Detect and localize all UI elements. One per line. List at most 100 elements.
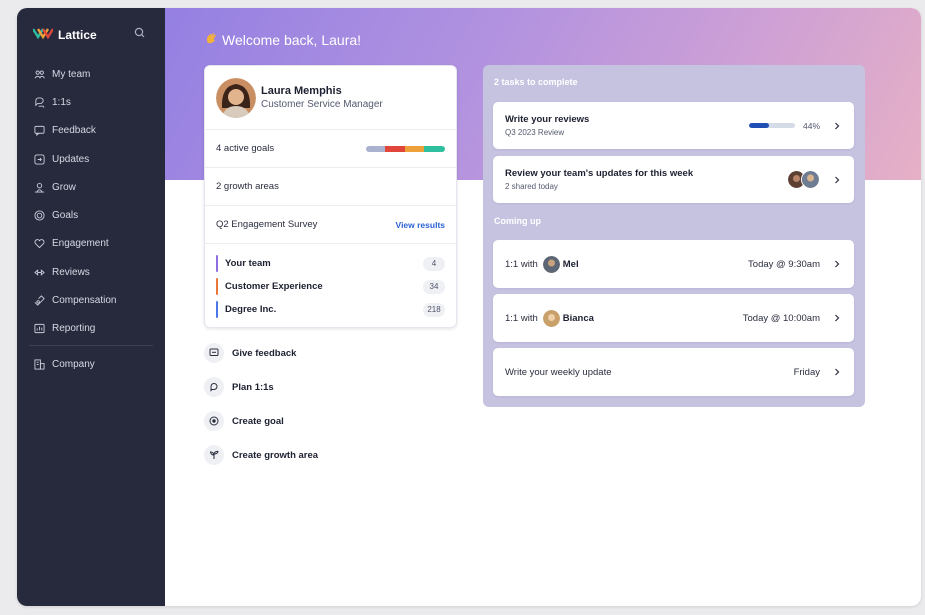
app-window: Lattice My team 1:1s Feedback Updates Gr… [17,8,921,606]
goal-segment [404,145,425,152]
feedback-icon [204,343,224,363]
team-row[interactable]: Customer Experience 34 [205,275,456,298]
team-name: Degree Inc. [225,304,277,315]
avatar [801,170,820,189]
brand-name: Lattice [58,28,97,42]
sidebar-item-reviews[interactable]: Reviews [17,258,165,286]
quick-action-label: Create growth area [232,449,319,461]
progress-percent: 44% [802,120,820,131]
sidebar-item-label: Goals [52,210,79,222]
chevron-right-icon [835,122,840,129]
task-title: Write your reviews [505,114,590,125]
event-label: Write your weekly update [505,366,612,378]
sidebar: Lattice My team 1:1s Feedback Updates Gr… [17,8,165,606]
team-count-badge: 4 [423,256,445,271]
search-icon[interactable] [133,26,147,40]
wave-hand-icon [205,32,218,48]
active-goals-row[interactable]: 4 active goals [205,130,456,168]
report-icon [33,323,45,335]
create-growth-area-button[interactable]: Create growth area [204,445,404,465]
goal-segment [424,145,445,152]
team-list: Your team 4 Customer Experience 34 Degre… [205,244,456,321]
sidebar-item-goals[interactable]: Goals [17,201,165,229]
team-count-badge: 218 [423,302,445,317]
sidebar-item-my-team[interactable]: My team [17,60,165,88]
team-name: Your team [225,258,271,269]
team-color-bar [216,301,218,318]
quick-action-label: Give feedback [232,347,297,359]
active-goals-label: 4 active goals [216,143,275,154]
sidebar-item-grow[interactable]: Grow [17,173,165,201]
event-time: Friday [793,366,820,378]
sidebar-item-label: Engagement [52,238,109,250]
task-write-reviews[interactable]: Write your reviews Q3 2023 Review 44% [493,102,854,149]
page-title: Welcome back, Laura! [205,32,361,48]
event-time: Today @ 9:30am [748,258,820,270]
avatar-stack [787,170,820,189]
main-content: Welcome back, Laura! Laura Memphis Custo… [165,8,921,606]
sprout-icon [204,445,224,465]
brand[interactable]: Lattice [31,26,97,44]
welcome-text: Welcome back, Laura! [222,32,362,48]
chevron-right-icon [835,314,840,322]
sidebar-item-label: Compensation [52,295,117,307]
team-row[interactable]: Your team 4 [205,252,456,275]
growth-areas-label: 2 growth areas [216,181,279,192]
chat-bubble-icon [204,377,224,397]
chevron-right-icon [835,176,840,183]
sidebar-item-engagement[interactable]: Engagement [17,230,165,258]
sidebar-item-feedback[interactable]: Feedback [17,117,165,145]
event-person: Bianca [562,312,594,324]
task-title: Review your team's updates for this week [505,168,694,179]
event-weekly-update[interactable]: Write your weekly update Friday [493,348,854,396]
tasks-heading: 2 tasks to complete [494,77,578,87]
sidebar-item-label: Reporting [52,323,96,335]
sidebar-item-label: Company [52,358,95,370]
sidebar-nav: My team 1:1s Feedback Updates Grow Goals [17,60,165,378]
sidebar-item-label: Reviews [52,266,90,278]
view-results-link[interactable]: View results [396,220,445,230]
event-prefix: 1:1 with [505,258,538,270]
sidebar-item-1-1s[interactable]: 1:1s [17,88,165,116]
team-row[interactable]: Degree Inc. 218 [205,298,456,321]
progress-fill [748,123,770,128]
event-1-1-mel[interactable]: 1:1 with Mel Today @ 9:30am [493,240,854,288]
task-subtitle: 2 shared today [505,182,558,191]
give-feedback-button[interactable]: Give feedback [204,343,404,363]
task-review-updates[interactable]: Review your team's updates for this week… [493,156,854,203]
lattice-logo-icon [31,26,55,44]
sidebar-divider [29,344,153,346]
team-color-bar [216,278,218,295]
profile-name: Laura Memphis [261,85,342,97]
quick-action-label: Plan 1:1s [232,381,274,393]
event-1-1-bianca[interactable]: 1:1 with Bianca Today @ 10:00am [493,294,854,342]
review-progress-bar [748,123,795,128]
tasks-panel: 2 tasks to complete Write your reviews Q… [483,65,865,407]
sidebar-item-label: Feedback [52,125,96,137]
sidebar-item-label: Grow [52,181,76,193]
compensation-icon [33,295,45,307]
sidebar-item-company[interactable]: Company [17,350,165,378]
profile-header[interactable]: Laura Memphis Customer Service Manager [205,66,456,130]
create-goal-button[interactable]: Create goal [204,411,404,431]
sidebar-item-updates[interactable]: Updates [17,145,165,173]
sidebar-item-label: Updates [52,153,90,165]
event-prefix: 1:1 with [505,312,538,324]
people-icon [33,68,45,80]
task-subtitle: Q3 2023 Review [505,128,565,137]
event-time: Today @ 10:00am [742,312,820,324]
message-square-icon [33,125,45,137]
team-name: Customer Experience [225,281,323,292]
arrows-icon [33,266,45,278]
profile-card: Laura Memphis Customer Service Manager 4… [204,65,457,328]
update-arrow-icon [33,153,45,165]
team-count-badge: 34 [423,279,445,294]
chevron-right-icon [835,260,840,268]
growth-areas-row[interactable]: 2 growth areas [205,168,456,206]
target-icon [33,210,45,222]
plan-1-1s-button[interactable]: Plan 1:1s [204,377,404,397]
sidebar-item-compensation[interactable]: Compensation [17,286,165,314]
sidebar-item-reporting[interactable]: Reporting [17,315,165,343]
survey-row: Q2 Engagement Survey View results [205,206,456,244]
avatar [542,309,560,327]
